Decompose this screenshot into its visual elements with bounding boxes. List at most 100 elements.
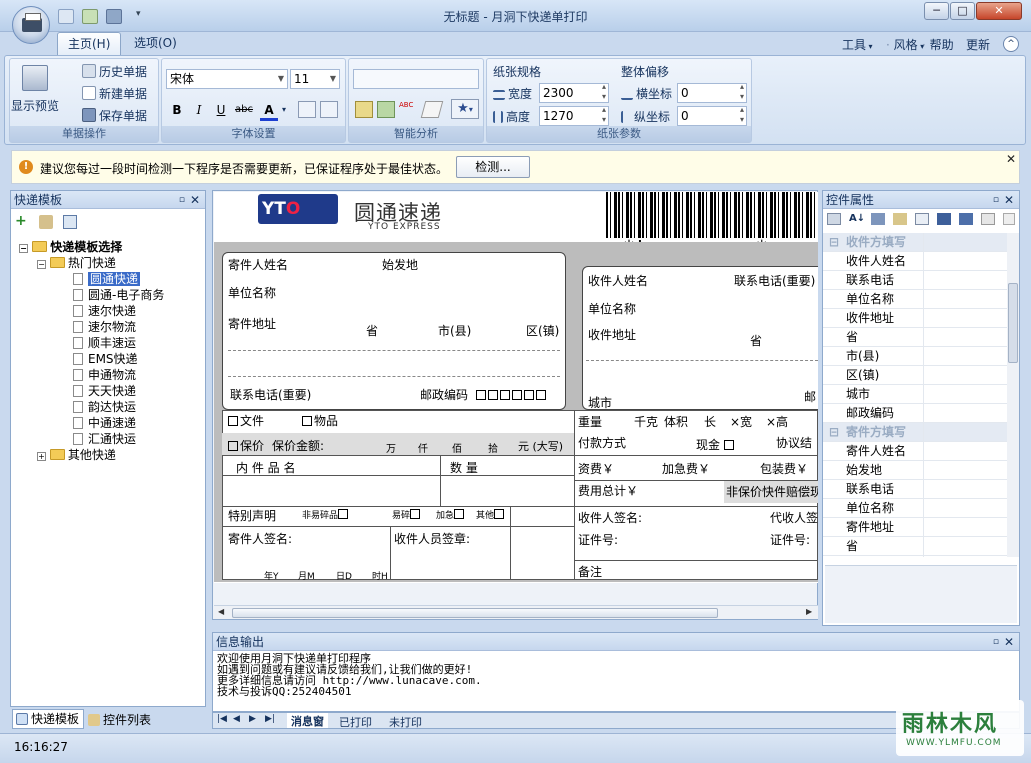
- scroll-right-icon[interactable]: ▶: [806, 607, 812, 616]
- paste-icon[interactable]: [1003, 213, 1015, 225]
- tree-other[interactable]: + 其他快递: [37, 446, 116, 463]
- font-color-button[interactable]: A: [260, 101, 278, 121]
- spellcheck-icon[interactable]: ABC: [399, 101, 419, 118]
- property-row[interactable]: 区(镇): [823, 366, 1007, 385]
- next-page-icon[interactable]: ▶: [249, 714, 256, 724]
- property-row[interactable]: 单位名称: [823, 499, 1007, 518]
- property-row[interactable]: 邮政编码: [823, 404, 1007, 423]
- tree-root[interactable]: − 快递模板选择: [19, 238, 122, 255]
- property-row[interactable]: 城市: [823, 385, 1007, 404]
- y-offset-input[interactable]: 0 ▴ ▾: [677, 105, 747, 126]
- close-button[interactable]: ✕: [976, 2, 1022, 20]
- sort-az-icon[interactable]: A↓: [849, 213, 865, 224]
- close-infobar-icon[interactable]: ✕: [1006, 152, 1016, 166]
- underline-button[interactable]: U: [212, 101, 230, 119]
- goods-option[interactable]: 物品: [302, 412, 338, 429]
- strike-button[interactable]: abc: [232, 101, 256, 119]
- analyze-icon[interactable]: [355, 101, 373, 118]
- scrollbar-thumb[interactable]: [232, 608, 718, 618]
- width-input[interactable]: 2300 ▴ ▾: [539, 82, 609, 103]
- tree-item[interactable]: 顺丰速运: [73, 334, 136, 351]
- font-family-select[interactable]: 宋体 ▼: [166, 69, 288, 89]
- menu-style[interactable]: · 风格 ▾: [886, 36, 924, 53]
- height-input[interactable]: 1270 ▴ ▾: [539, 105, 609, 126]
- clear-format-icon[interactable]: [320, 101, 338, 118]
- horizontal-scrollbar[interactable]: ◀ ▶: [214, 605, 818, 619]
- tree-item[interactable]: 申通物流: [73, 366, 136, 383]
- urgent-option[interactable]: 加急: [436, 508, 466, 521]
- insured-option[interactable]: 保价: [228, 437, 264, 454]
- star-dropdown-icon[interactable]: ★▾: [451, 99, 479, 119]
- other-option[interactable]: 其他: [476, 508, 506, 521]
- property-row[interactable]: 寄件地址: [823, 518, 1007, 537]
- property-row[interactable]: 省: [823, 328, 1007, 347]
- check-update-button[interactable]: 检测...: [456, 156, 530, 178]
- window-icon[interactable]: [937, 213, 951, 225]
- property-row[interactable]: 联系电话: [823, 271, 1007, 290]
- maximize-button[interactable]: □: [950, 2, 975, 20]
- last-page-icon[interactable]: ▶|: [265, 714, 275, 724]
- property-row[interactable]: 单位名称: [823, 290, 1007, 309]
- edit-props-icon[interactable]: [915, 213, 929, 225]
- tree-hot[interactable]: − 热门快递: [37, 254, 116, 271]
- grid-icon[interactable]: [959, 213, 973, 225]
- copy-icon[interactable]: [981, 213, 995, 225]
- property-row[interactable]: 收件人姓名: [823, 252, 1007, 271]
- add-template-icon[interactable]: +: [15, 214, 29, 229]
- property-category[interactable]: ⊟ 收件方填写: [823, 233, 1007, 252]
- property-row[interactable]: 寄件人姓名: [823, 442, 1007, 461]
- tree-item[interactable]: EMS快递: [73, 350, 138, 367]
- first-page-icon[interactable]: |◀: [217, 714, 227, 724]
- smart-input[interactable]: [353, 69, 479, 89]
- collapse-ribbon-icon[interactable]: ^: [1003, 36, 1019, 52]
- template-window-icon[interactable]: [63, 215, 77, 229]
- doc-option[interactable]: 文件: [228, 412, 264, 429]
- minimize-button[interactable]: ─: [924, 2, 949, 20]
- format-icon[interactable]: [298, 101, 316, 118]
- tree-item[interactable]: 速尔物流: [73, 318, 136, 335]
- edit-template-icon[interactable]: [39, 215, 53, 229]
- tab-home[interactable]: 主页(H): [57, 32, 122, 56]
- tree-item[interactable]: 速尔快递: [73, 302, 136, 319]
- prev-page-icon[interactable]: ◀: [233, 714, 240, 724]
- preview-button[interactable]: 显示预览: [11, 97, 59, 114]
- save-button[interactable]: 保存单据: [82, 107, 147, 124]
- tree-item[interactable]: 圆通-电子商务: [73, 286, 164, 303]
- tree-item[interactable]: 韵达快运: [73, 398, 136, 415]
- property-row[interactable]: 联系电话: [823, 480, 1007, 499]
- property-row[interactable]: 收件地址: [823, 309, 1007, 328]
- scroll-left-icon[interactable]: ◀: [218, 607, 224, 616]
- property-row[interactable]: 省: [823, 537, 1007, 556]
- fragile-option[interactable]: 易碎: [392, 508, 422, 521]
- tree-item[interactable]: 中通速递: [73, 414, 136, 431]
- tree-item[interactable]: 圆通快递: [73, 270, 141, 287]
- menu-help[interactable]: · 帮助: [922, 36, 954, 53]
- property-category[interactable]: ⊟ 寄件方填写: [823, 423, 1007, 442]
- cash-option[interactable]: 现金: [696, 436, 736, 453]
- new-button[interactable]: 新建单据: [82, 85, 147, 102]
- tab-options[interactable]: 选项(O): [124, 32, 187, 56]
- categorized-icon[interactable]: [827, 213, 841, 225]
- tab-template[interactable]: 快递模板: [12, 709, 84, 729]
- events-icon[interactable]: [893, 213, 907, 225]
- edit-icon[interactable]: [377, 101, 395, 118]
- tab-printed[interactable]: 已打印: [339, 714, 372, 730]
- property-row[interactable]: 始发地: [823, 461, 1007, 480]
- bold-button[interactable]: B: [168, 101, 186, 119]
- tab-unprinted[interactable]: 未打印: [389, 714, 422, 730]
- italic-button[interactable]: I: [190, 101, 208, 119]
- scrollbar-thumb[interactable]: [1008, 283, 1018, 363]
- x-offset-input[interactable]: 0 ▴ ▾: [677, 82, 747, 103]
- tab-messages[interactable]: 消息窗: [287, 713, 328, 728]
- property-row[interactable]: 市(县): [823, 347, 1007, 366]
- tab-controls[interactable]: 控件列表: [88, 711, 151, 728]
- font-color-dropdown-icon[interactable]: ▾: [282, 105, 286, 114]
- font-size-select[interactable]: 11 ▼: [290, 69, 340, 89]
- history-button[interactable]: 历史单据: [82, 63, 147, 80]
- nonfragile-option[interactable]: 非易碎品: [302, 508, 350, 521]
- menu-tools[interactable]: 工具 ▾: [842, 36, 873, 53]
- tree-item[interactable]: 天天快递: [73, 382, 136, 399]
- vertical-scrollbar[interactable]: [1007, 233, 1019, 557]
- app-menu-button[interactable]: [12, 6, 50, 44]
- properties-icon[interactable]: [871, 213, 885, 225]
